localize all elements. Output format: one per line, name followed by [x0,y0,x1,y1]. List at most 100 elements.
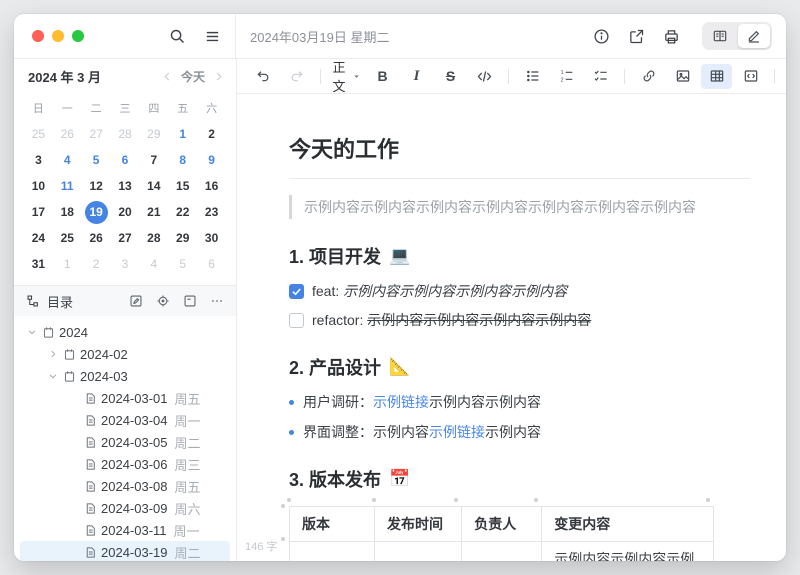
table-header-cell[interactable]: 发布时间 [373,506,463,542]
section-heading-1[interactable]: 1. 项目开发 💻 [289,243,750,269]
calendar-day-cell[interactable]: 10 [24,173,53,199]
table-cell[interactable]: 2024.3.19 [373,541,463,561]
calendar-day-cell[interactable]: 2 [197,121,226,147]
inline-link[interactable]: 示例链接 [373,394,429,410]
task-item[interactable]: feat: 示例内容示例内容示例内容示例内容 [289,281,750,301]
calendar-day-cell[interactable]: 14 [139,173,168,199]
paragraph-style-dropdown[interactable]: 正文 [329,60,364,94]
calendar-day-cell[interactable]: 28 [139,225,168,251]
tree-item-2024-03-04[interactable]: 2024-03-04 周一 [20,409,230,431]
calendar-day-cell[interactable]: 26 [53,121,82,147]
bullet-item[interactable]: 用户调研：示例链接示例内容示例内容 [289,392,750,412]
table-header-cell[interactable]: 变更内容 [541,506,715,542]
calendar-day-cell[interactable]: 17 [24,199,53,225]
column-grip[interactable] [287,498,291,502]
bullet-list-button[interactable] [517,64,548,89]
calendar-day-cell[interactable]: 9 [197,147,226,173]
row-grip[interactable] [281,504,285,508]
calendar-day-cell[interactable]: 6 [111,147,140,173]
tree-item-2024-03-06[interactable]: 2024-03-06 周三 [20,453,230,475]
blockquote[interactable]: 示例内容示例内容示例内容示例内容示例内容示例内容示例内容 [289,195,750,219]
task-item[interactable]: refactor: 示例内容示例内容示例内容示例内容 [289,310,750,330]
calendar-day-cell[interactable]: 5 [82,147,111,173]
calendar-day-cell[interactable]: 27 [82,121,111,147]
calendar-prev-icon[interactable] [162,71,173,82]
more-options-icon[interactable] [210,294,224,308]
tree-item-2024-03-01[interactable]: 2024-03-01 周五 [20,387,230,409]
inline-link[interactable]: 示例链接 [429,424,485,440]
table-cell[interactable]: XXX [461,541,543,561]
chevron-down-icon[interactable] [26,327,38,337]
column-grip[interactable] [454,498,458,502]
calendar-day-cell[interactable]: 12 [82,173,111,199]
undo-button[interactable] [247,64,278,89]
calendar-day-cell[interactable]: 3 [111,251,140,277]
tree-item-2024-03-11[interactable]: 2024-03-11 周一 [20,519,230,541]
export-icon[interactable] [628,28,645,45]
link-button[interactable] [633,64,664,89]
new-note-icon[interactable] [129,294,143,308]
calendar-day-cell[interactable]: 19 [82,199,111,225]
calendar-day-cell[interactable]: 25 [53,225,82,251]
calendar-day-cell[interactable]: 20 [111,199,140,225]
calendar-day-cell[interactable]: 31 [24,251,53,277]
checkbox-unchecked[interactable] [289,312,304,328]
tree-item-2024[interactable]: 2024 [20,321,230,343]
calendar-next-icon[interactable] [213,71,224,82]
table-cell[interactable]: v0.3.0 [289,541,375,561]
calendar-day-cell[interactable]: 15 [168,173,197,199]
print-icon[interactable] [663,28,680,45]
strikethrough-button[interactable]: S [435,64,466,89]
table-cell[interactable]: 示例内容示例内容示例内容 [541,541,715,561]
column-grip[interactable] [534,498,538,502]
redo-button[interactable] [281,64,312,89]
table-header-cell[interactable]: 版本 [289,506,375,542]
task-list-button[interactable] [585,64,616,89]
column-grip[interactable] [372,498,376,502]
calendar-day-cell[interactable]: 7 [139,147,168,173]
edit-mode-icon[interactable] [738,24,770,48]
italic-button[interactable]: I [401,64,432,89]
tree-item-2024-02[interactable]: 2024-02 [20,343,230,365]
quote-button[interactable]: “ [783,64,786,89]
checkbox-checked[interactable] [289,283,304,299]
section-heading-2[interactable]: 2. 产品设计 📐 [289,354,750,380]
calendar-day-cell[interactable]: 28 [111,121,140,147]
ordered-list-button[interactable]: 12 [551,64,582,89]
calendar-day-cell[interactable]: 30 [197,225,226,251]
zoom-window-button[interactable] [72,30,84,42]
calendar-day-cell[interactable]: 2 [82,251,111,277]
calendar-day-cell[interactable]: 13 [111,173,140,199]
calendar-day-cell[interactable]: 26 [82,225,111,251]
calendar-day-cell[interactable]: 22 [168,199,197,225]
calendar-day-cell[interactable]: 23 [197,199,226,225]
calendar-day-cell[interactable]: 11 [53,173,82,199]
calendar-day-cell[interactable]: 24 [24,225,53,251]
calendar-day-cell[interactable]: 21 [139,199,168,225]
code-block-button[interactable] [735,64,766,89]
tree-item-2024-03-05[interactable]: 2024-03-05 周二 [20,431,230,453]
column-grip[interactable] [706,498,710,502]
tree-item-2024-03[interactable]: 2024-03 [20,365,230,387]
calendar-day-cell[interactable]: 3 [24,147,53,173]
table-header-cell[interactable]: 负责人 [461,506,543,542]
calendar-day-cell[interactable]: 16 [197,173,226,199]
menu-icon[interactable] [204,28,221,45]
editor-content[interactable]: 今天的工作 示例内容示例内容示例内容示例内容示例内容示例内容示例内容 1. 项目… [237,94,786,561]
calendar-day-cell[interactable]: 1 [53,251,82,277]
calendar-day-cell[interactable]: 5 [168,251,197,277]
calendar-day-cell[interactable]: 27 [111,225,140,251]
calendar-day-cell[interactable]: 29 [139,121,168,147]
table-button[interactable] [701,63,732,89]
collapse-all-icon[interactable] [183,294,197,308]
bullet-item[interactable]: 界面调整：示例内容示例链接示例内容 [289,422,750,442]
section-heading-3[interactable]: 3. 版本发布 📅 [289,466,750,492]
inline-code-button[interactable] [469,64,500,89]
calendar-day-cell[interactable]: 4 [53,147,82,173]
info-icon[interactable] [593,28,610,45]
calendar-day-cell[interactable]: 6 [197,251,226,277]
chevron-down-icon[interactable] [47,371,59,381]
image-button[interactable] [667,64,698,89]
search-icon[interactable] [169,28,186,45]
calendar-day-cell[interactable]: 25 [24,121,53,147]
